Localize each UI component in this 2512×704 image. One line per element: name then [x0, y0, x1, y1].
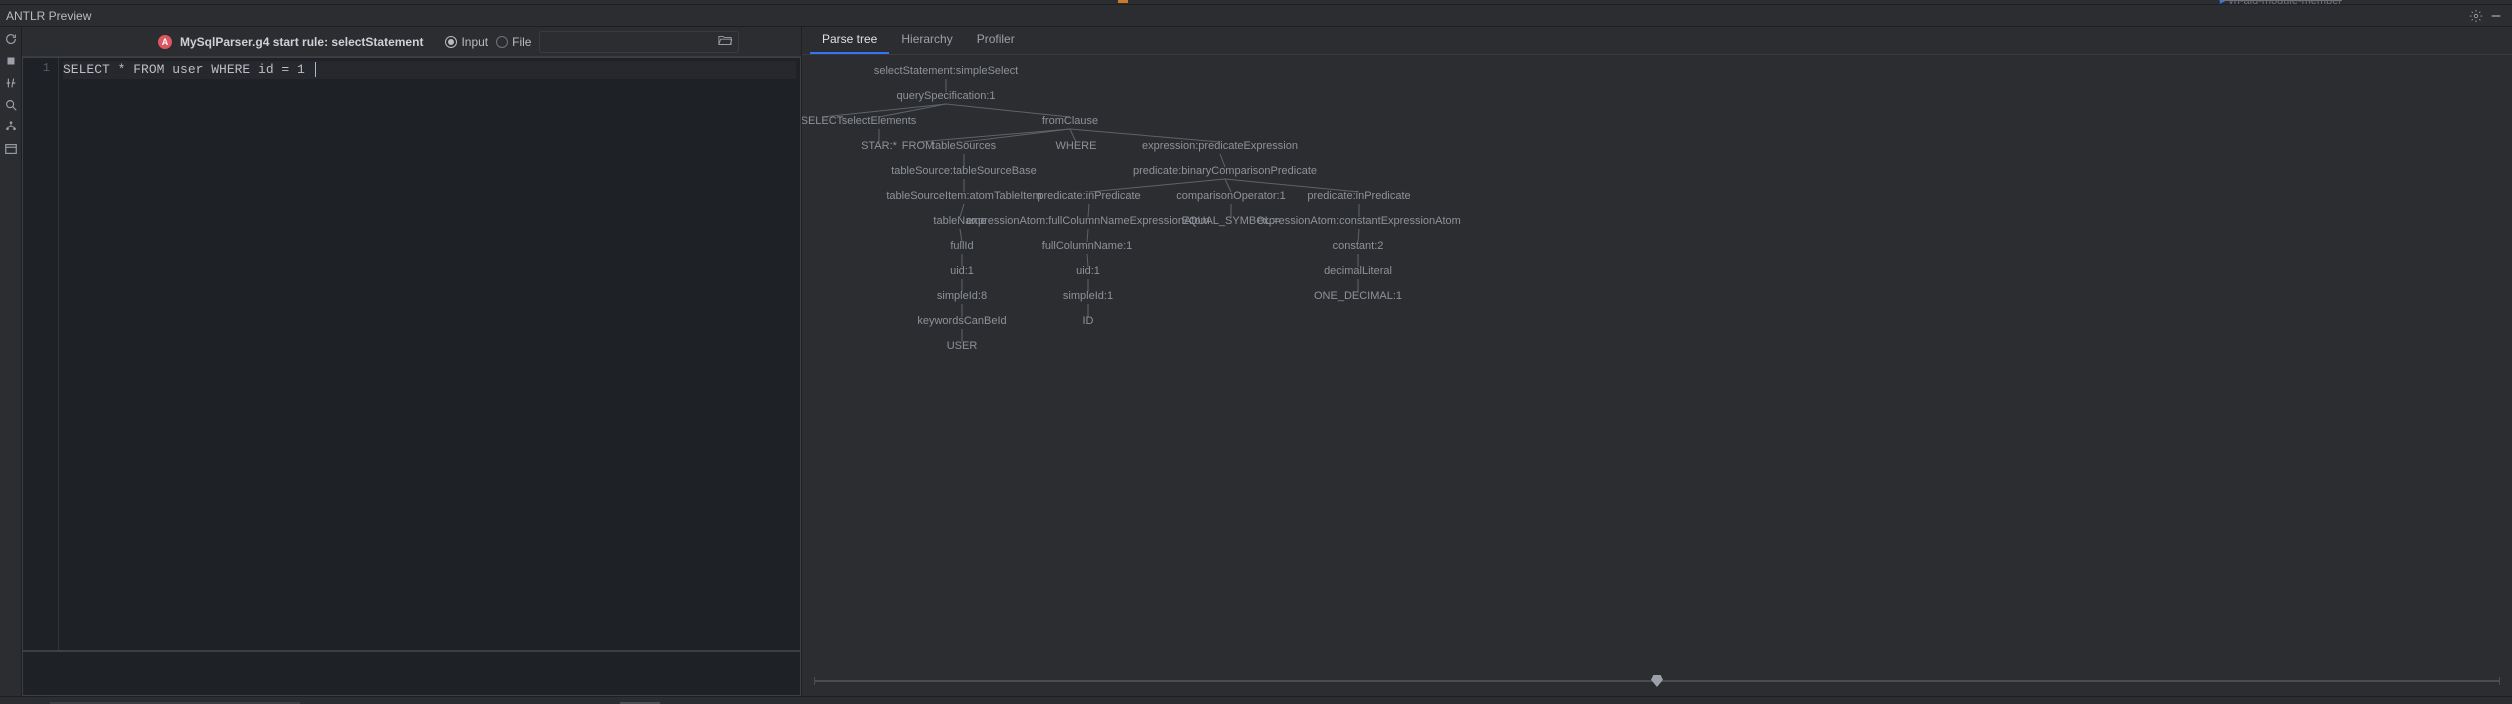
truncated-tree-label: ▸ vh-aid-module-member	[2220, 0, 2342, 7]
tree-node[interactable]: fullColumnName:1	[1042, 240, 1132, 252]
tree-node[interactable]: decimalLiteral	[1324, 265, 1392, 277]
editor-footer-panel	[22, 651, 801, 696]
tool-window-title: ANTLR Preview	[6, 9, 91, 23]
tree-node[interactable]: expressionAtom:constantExpressionAtom	[1257, 215, 1461, 227]
tab-parse-tree[interactable]: Parse tree	[810, 26, 889, 54]
tree-node[interactable]: selectStatement:simpleSelect	[874, 65, 1018, 77]
folder-open-icon[interactable]	[718, 33, 732, 50]
tree-node[interactable]: predicate:inPredicate	[1307, 190, 1410, 202]
tree-node[interactable]: keywordsCanBeId	[917, 315, 1006, 327]
tree-node[interactable]: USER	[947, 340, 978, 352]
tree-node[interactable]: WHERE	[1056, 140, 1097, 152]
tree-node[interactable]: fromClause	[1042, 115, 1098, 127]
minimize-icon[interactable]	[2486, 6, 2506, 26]
antlr-grammar-icon: A	[158, 35, 172, 49]
radio-input-label: Input	[461, 35, 488, 49]
top-truncated-strip: ▸ vh-aid-module-member	[0, 0, 2512, 5]
tab-hierarchy[interactable]: Hierarchy	[889, 26, 964, 54]
preview-pane: Parse tree Hierarchy Profiler selectStat…	[802, 27, 2512, 696]
radio-file[interactable]: File	[496, 35, 531, 49]
code-editor[interactable]: 1 SELECT * FROM user WHERE id = 1	[22, 57, 801, 651]
tree-icon[interactable]	[1, 117, 21, 137]
tree-node[interactable]: tableSource:tableSourceBase	[891, 165, 1037, 177]
tree-node[interactable]: predicate:inPredicate	[1037, 190, 1140, 202]
tree-node[interactable]: tableSourceItem:atomTableItem	[886, 190, 1041, 202]
tree-node[interactable]: SELECT	[802, 115, 843, 127]
editor-content[interactable]: SELECT * FROM user WHERE id = 1	[59, 58, 800, 650]
tree-node[interactable]: expressionAtom:fullColumnNameExpressionA…	[966, 215, 1209, 227]
parse-tree-canvas[interactable]: selectStatement:simpleSelect querySpecifi…	[802, 55, 2512, 696]
search-icon[interactable]	[1, 95, 21, 115]
tree-node[interactable]: uid:1	[1076, 265, 1100, 277]
input-pane: A MySqlParser.g4 start rule: selectState…	[22, 27, 802, 696]
tree-node[interactable]: ID	[1083, 315, 1094, 327]
input-header: A MySqlParser.g4 start rule: selectState…	[22, 27, 801, 57]
tree-node[interactable]: querySpecification:1	[896, 90, 995, 102]
tree-node[interactable]: predicate:binaryComparisonPredicate	[1133, 165, 1317, 177]
start-rule-label: MySqlParser.g4 start rule: selectStateme…	[180, 35, 423, 49]
slider-track[interactable]	[814, 680, 2500, 682]
tree-node[interactable]: tableSources	[932, 140, 996, 152]
tree-node[interactable]: STAR:*	[861, 140, 897, 152]
tree-node[interactable]: uid:1	[950, 265, 974, 277]
tree-node[interactable]: simpleId:1	[1063, 290, 1113, 302]
tree-node[interactable]: FROM	[902, 140, 934, 152]
orange-marker	[1118, 0, 1128, 3]
tree-node[interactable]: selectElements	[842, 115, 917, 127]
profile-icon[interactable]	[1, 139, 21, 159]
tree-node[interactable]: comparisonOperator:1	[1176, 190, 1285, 202]
tree-node[interactable]: fullId	[950, 240, 973, 252]
editor-gutter: 1	[23, 58, 59, 650]
tree-node[interactable]: simpleId:8	[937, 290, 987, 302]
tool-window-titlebar: ANTLR Preview	[0, 5, 2512, 27]
tree-node[interactable]: expression:predicateExpression	[1142, 140, 1298, 152]
line-number: 1	[23, 61, 50, 75]
tab-profiler[interactable]: Profiler	[965, 26, 1027, 54]
left-toolbar	[0, 27, 22, 696]
clear-icon[interactable]	[1, 73, 21, 93]
refresh-icon[interactable]	[1, 29, 21, 49]
radio-input[interactable]: Input	[445, 35, 488, 49]
radio-file-label: File	[512, 35, 531, 49]
bottom-status-strip	[0, 696, 2512, 704]
preview-tabs: Parse tree Hierarchy Profiler	[802, 27, 2512, 55]
file-path-input[interactable]	[539, 31, 739, 53]
slider-thumb[interactable]	[1651, 675, 1663, 687]
text-cursor	[315, 62, 316, 77]
gear-icon[interactable]	[2466, 6, 2486, 26]
zoom-slider[interactable]	[814, 674, 2500, 688]
stop-icon[interactable]	[1, 51, 21, 71]
tree-node[interactable]: ONE_DECIMAL:1	[1314, 290, 1402, 302]
tree-node[interactable]: constant:2	[1333, 240, 1384, 252]
code-text: SELECT * FROM user WHERE id = 1	[63, 62, 313, 77]
